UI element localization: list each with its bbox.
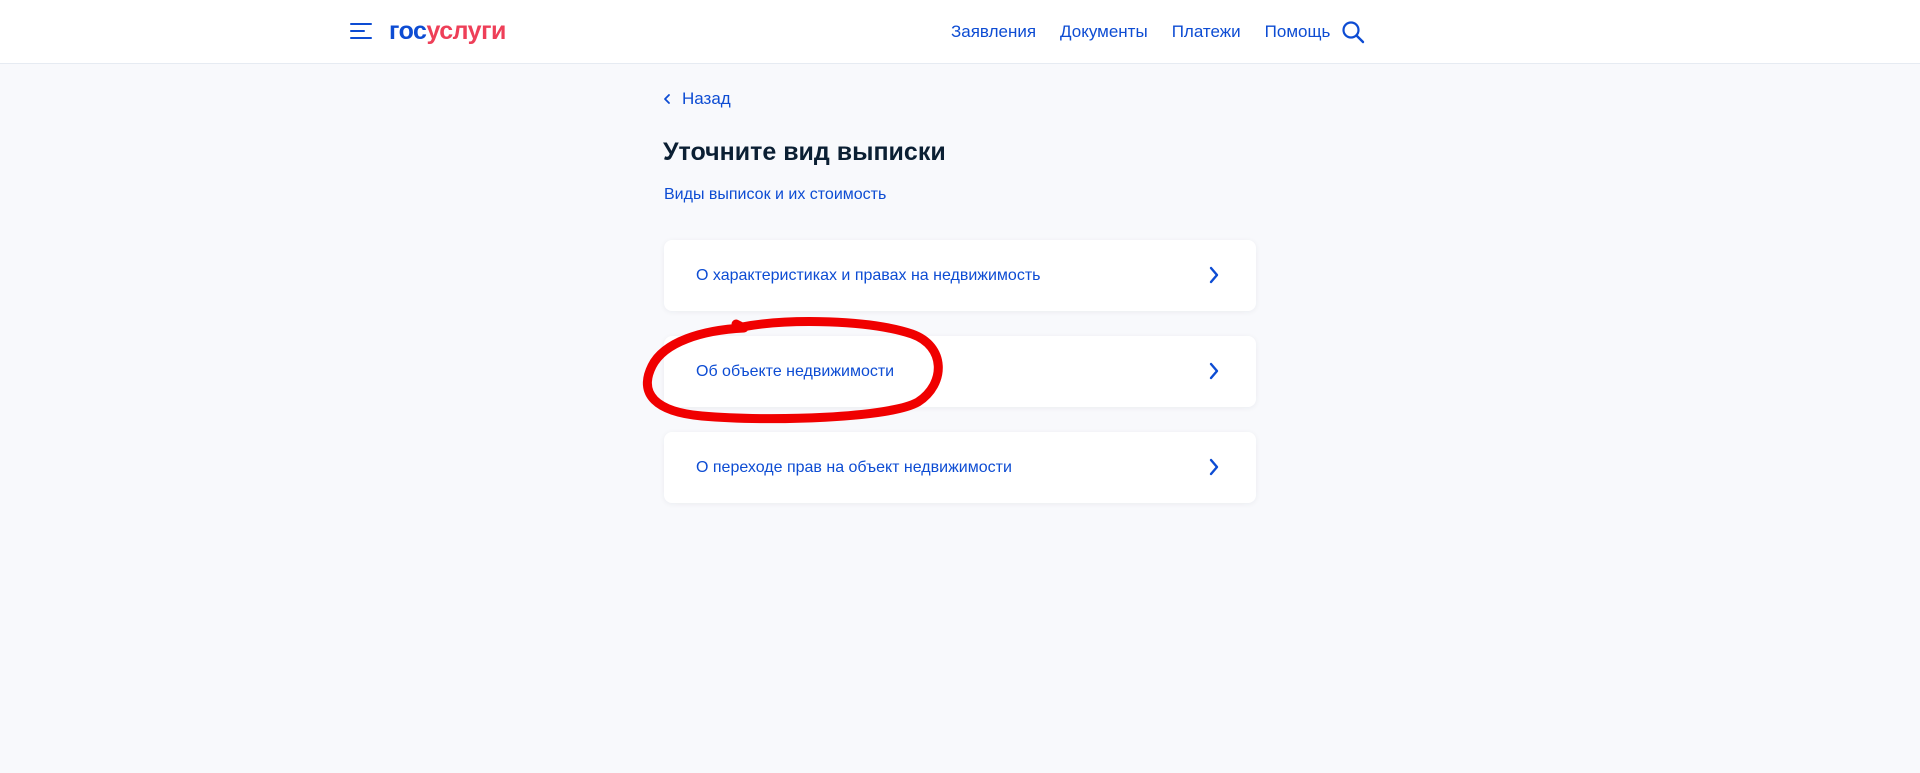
- main-nav: Заявления Документы Платежи Помощь: [951, 22, 1330, 42]
- logo-part-gos: гос: [389, 17, 427, 45]
- chevron-right-icon: [1209, 458, 1219, 476]
- chevron-left-icon: [664, 94, 670, 104]
- option-label: О характеристиках и правах на недвижимос…: [696, 267, 1041, 284]
- statement-options-list: О характеристиках и правах на недвижимос…: [664, 240, 1256, 528]
- back-link[interactable]: Назад: [663, 89, 731, 109]
- option-label: О переходе прав на объект недвижимости: [696, 459, 1012, 476]
- page-title: Уточните вид выписки: [663, 138, 946, 166]
- option-real-estate-object[interactable]: Об объекте недвижимости: [664, 336, 1256, 407]
- nav-item-documents[interactable]: Документы: [1060, 22, 1148, 42]
- option-characteristics-and-rights[interactable]: О характеристиках и правах на недвижимос…: [664, 240, 1256, 311]
- nav-item-help[interactable]: Помощь: [1265, 22, 1331, 42]
- site-header: госуслуги Заявления Документы Платежи По…: [0, 0, 1920, 64]
- nav-item-applications[interactable]: Заявления: [951, 22, 1036, 42]
- back-link-label: Назад: [682, 89, 731, 108]
- option-label: Об объекте недвижимости: [696, 363, 895, 380]
- nav-item-payments[interactable]: Платежи: [1172, 22, 1241, 42]
- option-rights-transfer[interactable]: О переходе прав на объект недвижимости: [664, 432, 1256, 503]
- burger-menu-icon[interactable]: [350, 20, 372, 42]
- statement-types-link[interactable]: Виды выписок и их стоимость: [664, 185, 886, 205]
- chevron-right-icon: [1209, 362, 1219, 380]
- search-icon[interactable]: [1341, 20, 1365, 44]
- gosuslugi-logo[interactable]: госуслуги: [389, 16, 506, 46]
- chevron-right-icon: [1209, 266, 1219, 284]
- logo-part-uslugi: услуги: [426, 17, 506, 45]
